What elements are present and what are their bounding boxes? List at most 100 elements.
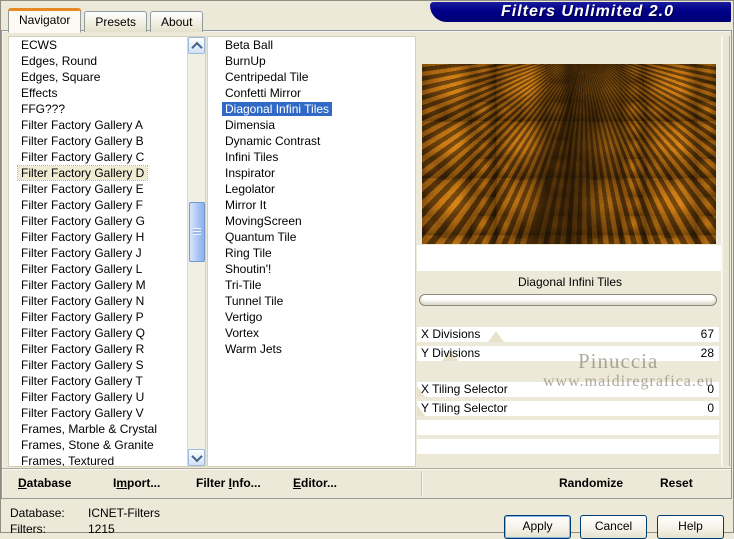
list-item[interactable]: Vortex [208,325,415,341]
filter-info-button[interactable]: Filter Info... [196,469,261,497]
list-item[interactable]: Filter Factory Gallery U [9,389,205,405]
list-item[interactable]: Filter Factory Gallery T [9,373,205,389]
list-item[interactable]: Filter Factory Gallery E [9,181,205,197]
list-item-label: Filter Factory Gallery U [21,390,145,404]
list-item[interactable]: Confetti Mirror [208,85,415,101]
list-item[interactable]: Beta Ball [208,37,415,53]
list-item[interactable]: Tri-Tile [208,277,415,293]
list-item-label: MovingScreen [225,214,302,228]
status-database: Database: ICNET-Filters [10,506,160,520]
list-item[interactable]: Diagonal Infini Tiles [208,101,415,117]
list-item[interactable]: Dimensia [208,117,415,133]
list-item[interactable]: Ring Tile [208,245,415,261]
list-item[interactable]: MovingScreen [208,213,415,229]
randomize-button[interactable]: Randomize [559,469,623,497]
list-item[interactable]: Edges, Round [9,53,205,69]
list-item[interactable]: Quantum Tile [208,229,415,245]
list-item[interactable]: Filter Factory Gallery V [9,405,205,421]
param-slider-y-divisions[interactable]: Y Divisions 28 [417,346,719,361]
list-item-label: Filter Factory Gallery V [21,406,144,420]
param-label: Y Divisions [421,346,481,360]
list-item[interactable]: Frames, Textured [9,453,205,466]
list-item-label: Filter Factory Gallery G [21,214,146,228]
list-item[interactable]: Filter Factory Gallery Q [9,325,205,341]
list-item[interactable]: Filter Factory Gallery F [9,197,205,213]
command-bar-divider [421,471,422,496]
list-item[interactable]: Filter Factory Gallery C [9,149,205,165]
reset-button[interactable]: Reset [660,469,693,497]
list-item[interactable]: BurnUp [208,53,415,69]
list-item[interactable]: Shoutin'! [208,261,415,277]
import-button[interactable]: Import... [113,469,160,497]
list-item[interactable]: Infini Tiles [208,149,415,165]
param-slider-x-tiling-selector[interactable]: X Tiling Selector 0 [417,382,719,397]
scroll-up-button[interactable] [188,37,205,54]
list-item[interactable]: Filter Factory Gallery L [9,261,205,277]
list-item-label: Filter Factory Gallery R [21,342,145,356]
command-bar: Database Import... Filter Info... Editor… [2,468,731,498]
param-value: 0 [707,401,714,415]
list-item[interactable]: Filter Factory Gallery M [9,277,205,293]
list-item-label: Vertigo [225,310,263,324]
list-item-label: Edges, Round [21,54,98,68]
list-item[interactable]: Filter Factory Gallery G [9,213,205,229]
list-item[interactable]: Filter Factory Gallery S [9,357,205,373]
param-slider-x-divisions[interactable]: X Divisions 67 [417,327,719,342]
list-item-label: Frames, Stone & Granite [21,438,154,452]
list-item[interactable]: Centripedal Tile [208,69,415,85]
list-item-label: Filter Factory Gallery B [21,134,144,148]
list-item-label: Ring Tile [225,246,272,260]
list-item-label: Vortex [225,326,260,340]
status-filters: Filters: 1215 [10,522,115,536]
param-row-empty [417,439,719,454]
list-item-label: Confetti Mirror [225,86,302,100]
tab-about[interactable]: About [150,11,204,32]
param-slider-y-tiling-selector[interactable]: Y Tiling Selector 0 [417,401,719,416]
list-item[interactable]: Tunnel Tile [208,293,415,309]
slider-thumb-icon[interactable] [487,331,504,342]
list-item[interactable]: ECWS [9,37,205,53]
list-item[interactable]: Dynamic Contrast [208,133,415,149]
param-value: 28 [700,346,714,360]
editor-button[interactable]: Editor... [293,469,337,497]
list-item[interactable]: Filter Factory Gallery N [9,293,205,309]
list-item[interactable]: Inspirator [208,165,415,181]
list-item[interactable]: Vertigo [208,309,415,325]
scroll-down-button[interactable] [188,449,205,466]
list-item[interactable]: Edges, Square [9,69,205,85]
cancel-button[interactable]: Cancel [580,515,647,539]
tab-strip: Navigator Presets About [7,8,206,33]
apply-button[interactable]: Apply [504,515,571,539]
list-item[interactable]: Filter Factory Gallery J [9,245,205,261]
scrollbar-thumb[interactable] [189,202,205,262]
list-item-label: Infini Tiles [225,150,279,164]
list-item-label: BurnUp [225,54,266,68]
progress-bar [419,294,717,306]
list-item[interactable]: Effects [9,85,205,101]
category-list-scrollbar[interactable] [187,37,205,466]
list-item-label: Diagonal Infini Tiles [222,102,333,116]
list-item-label: Filter Factory Gallery N [21,294,145,308]
list-item[interactable]: Filter Factory Gallery B [9,133,205,149]
list-item[interactable]: Legolator [208,181,415,197]
tab-navigator[interactable]: Navigator [7,8,82,33]
navigator-panel: ECWS Edges, Round Edges, Square Effects FFG?… [1,30,732,499]
list-item-label: Effects [21,86,58,100]
list-item-label: Filter Factory Gallery F [21,198,144,212]
list-item[interactable]: Filter Factory Gallery D [9,165,205,181]
list-item[interactable]: Warm Jets [208,341,415,357]
database-button[interactable]: Database [18,469,71,497]
category-list[interactable]: ECWS Edges, Round Edges, Square Effects FFG?… [8,36,206,467]
list-item[interactable]: Frames, Stone & Granite [9,437,205,453]
preview-zoom-track[interactable] [721,36,730,466]
list-item[interactable]: Filter Factory Gallery R [9,341,205,357]
list-item[interactable]: Filter Factory Gallery H [9,229,205,245]
list-item[interactable]: FFG??? [9,101,205,117]
filter-list[interactable]: Beta Ball BurnUp Centripedal Tile Confetti … [207,36,416,467]
list-item[interactable]: Frames, Marble & Crystal [9,421,205,437]
help-button[interactable]: Help [657,515,724,539]
list-item[interactable]: Mirror It [208,197,415,213]
tab-presets[interactable]: Presets [84,11,148,32]
list-item[interactable]: Filter Factory Gallery A [9,117,205,133]
list-item[interactable]: Filter Factory Gallery P [9,309,205,325]
